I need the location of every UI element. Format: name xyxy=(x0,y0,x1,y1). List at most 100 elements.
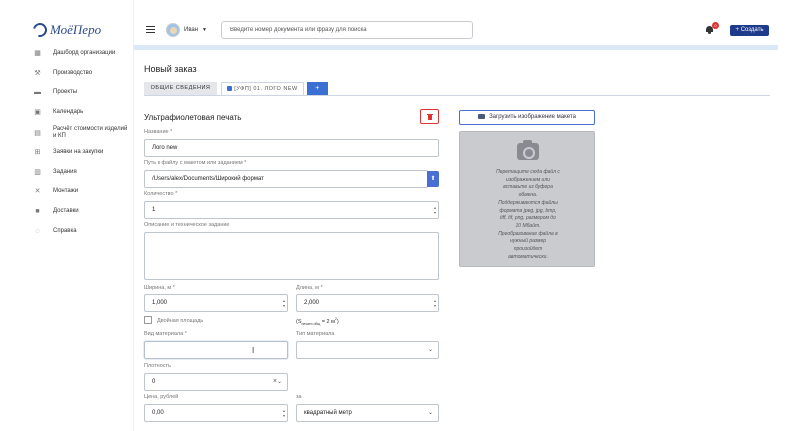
name-field[interactable]: Лого new xyxy=(144,139,439,157)
price-stepper[interactable]: 0,00 ▴ ▾ xyxy=(144,404,288,422)
material-kind-label: Вид материала * xyxy=(144,331,187,337)
logo-icon xyxy=(30,20,50,40)
material-type-label: Тип материала xyxy=(296,331,335,337)
brand-name: МоёПеро xyxy=(50,22,102,37)
chevron-down-icon: ⌄ xyxy=(427,347,433,353)
sidebar-item-label: Доставки xyxy=(53,208,79,214)
upload-icon: ⬆ xyxy=(430,176,436,182)
sidebar-item-label: Дашборд организации xyxy=(53,50,116,56)
price-value: 0,00 xyxy=(152,410,164,416)
double-area-label: Двойная площадь xyxy=(157,318,204,324)
path-field[interactable]: /Users/alex/Documents/Широкий формат xyxy=(144,170,428,188)
chevron-down-icon: ⌄ xyxy=(427,410,433,416)
upload-arrow-button[interactable]: ⬆ xyxy=(427,171,439,187)
drop-text-line: tiff, tif, png, размером до xyxy=(500,215,556,222)
quantity-stepper[interactable]: 1 ▴ ▾ xyxy=(144,201,439,219)
delete-button[interactable] xyxy=(420,109,439,124)
drop-text-line: Поддерживаются файлы xyxy=(498,199,558,206)
name-label: Название * xyxy=(144,129,173,135)
area-suffix: ) xyxy=(336,318,339,325)
user-name[interactable]: Иван xyxy=(184,27,198,33)
drop-text-line: обмена. xyxy=(518,192,538,199)
density-select[interactable]: 0 × ⌄ xyxy=(144,373,288,391)
upload-image-button[interactable]: Загрузить изображение макета xyxy=(459,110,595,125)
drop-text-line: автоматически. xyxy=(508,253,548,260)
price-label: Цена, рублей xyxy=(144,394,179,400)
chevron-down-icon: ⌄ xyxy=(276,379,282,385)
create-button[interactable]: + Создать xyxy=(730,25,769,36)
tab-status-icon xyxy=(227,85,233,91)
camera-icon xyxy=(478,113,486,119)
tab-print-item[interactable]: [УФП] 01. ЛОГО NEW xyxy=(221,82,304,95)
length-label: Длина, м * xyxy=(296,285,323,291)
width-label: Ширина, м * xyxy=(144,285,175,291)
density-value: 0 xyxy=(152,379,156,385)
plus-icon: + xyxy=(735,27,740,33)
drop-zone-instructions: Перетащите сюда файл с изображением или … xyxy=(490,169,566,261)
area-subscript: печати общ xyxy=(301,321,321,326)
quantity-value: 1 xyxy=(152,207,156,213)
length-stepper[interactable]: 2,000 ▴ ▾ xyxy=(296,294,439,312)
material-type-select[interactable]: ⌄ xyxy=(296,341,439,359)
per-unit-label: за xyxy=(296,394,302,400)
cart-icon: ⊞ xyxy=(34,149,41,156)
width-value: 1,000 xyxy=(152,300,168,306)
description-label: Описание и техническое задание xyxy=(144,222,230,228)
width-stepper[interactable]: 1,000 ▴ ▾ xyxy=(144,294,288,312)
tab-bar: ОБЩИЕ СВЕДЕНИЯ [УФП] 01. ЛОГО NEW + xyxy=(144,82,770,96)
area-value: = 2 м xyxy=(320,318,335,325)
drop-text-line: 10 Мбайт. xyxy=(515,222,541,229)
density-label: Плотность xyxy=(144,363,171,369)
tab-label: [УФП] 01. ЛОГО NEW xyxy=(234,86,298,92)
drop-text-line: Перетащите сюда файл с xyxy=(496,169,560,175)
sidebar-item-label: Монтажи xyxy=(53,188,79,194)
quantity-label: Количество * xyxy=(144,191,178,197)
section-title: Ультрафиолетовая печать xyxy=(144,113,242,122)
stepper-arrows-icon[interactable]: ▴ ▾ xyxy=(283,298,285,308)
create-button-label: Создать xyxy=(740,27,764,33)
drop-text-line: произойдет xyxy=(513,246,543,253)
sidebar-item-label: Проекты xyxy=(53,89,78,95)
help-icon: ◌ xyxy=(35,228,40,235)
per-unit-select[interactable]: квадратный метр ⌄ xyxy=(296,404,439,422)
per-unit-value: квадратный метр xyxy=(304,410,352,416)
image-drop-zone[interactable]: Перетащите сюда файл с изображением или … xyxy=(459,131,595,267)
description-textarea[interactable] xyxy=(144,232,439,280)
drop-text-line: изображением или xyxy=(506,176,550,183)
chevron-down-icon[interactable]: ▼ xyxy=(202,27,207,33)
search-input[interactable] xyxy=(221,21,473,39)
drop-text-line: вставьте из буфера xyxy=(503,184,553,191)
brand-logo[interactable]: МоёПеро xyxy=(30,20,102,40)
menu-icon[interactable] xyxy=(146,26,155,33)
sidebar-item-label: Производство xyxy=(53,70,93,76)
path-label: Путь к файлу с макетом или заданием * xyxy=(144,160,247,166)
calendar-icon: ▣ xyxy=(34,109,41,116)
wrench-icon: ⚒ xyxy=(34,70,41,77)
sidebar-item-label: Заявки на закупки xyxy=(53,149,104,155)
briefcase-icon: ▬ xyxy=(34,89,41,96)
sidebar: МоёПеро ▦ Дашборд организации ⚒ Производ… xyxy=(0,0,134,431)
sidebar-item-label: Расчёт стоимости изделий и КП xyxy=(53,126,128,139)
double-area-checkbox[interactable] xyxy=(144,316,152,324)
truck-icon: ■ xyxy=(35,208,40,215)
dashboard-icon: ▦ xyxy=(34,50,41,57)
sidebar-item-label: Задания xyxy=(53,169,77,175)
page-title: Новый заказ xyxy=(144,64,197,74)
print-area-readout: (Sпечати общ = 2 м2) xyxy=(296,317,339,326)
stepper-arrows-icon[interactable]: ▴ ▾ xyxy=(283,408,285,418)
tab-general-info[interactable]: ОБЩИЕ СВЕДЕНИЯ xyxy=(144,82,217,95)
stepper-arrows-icon[interactable]: ▴ ▾ xyxy=(434,298,436,308)
sidebar-item-label: Календарь xyxy=(53,109,84,115)
stepper-arrows-icon[interactable]: ▴ ▾ xyxy=(434,205,436,215)
text-cursor-icon: I xyxy=(252,346,255,355)
calculator-icon: ▤ xyxy=(34,130,41,137)
material-kind-input[interactable] xyxy=(144,341,288,359)
upload-image-label: Загрузить изображение макета xyxy=(489,114,576,120)
notification-badge: 0 xyxy=(712,22,719,29)
top-header: Иван ▼ 0 + Создать xyxy=(134,0,778,45)
header-divider xyxy=(134,45,778,50)
sidebar-item-label: Справка xyxy=(53,228,77,234)
avatar[interactable] xyxy=(166,23,180,37)
add-tab-button[interactable]: + xyxy=(307,82,328,95)
length-value: 2,000 xyxy=(304,300,320,306)
